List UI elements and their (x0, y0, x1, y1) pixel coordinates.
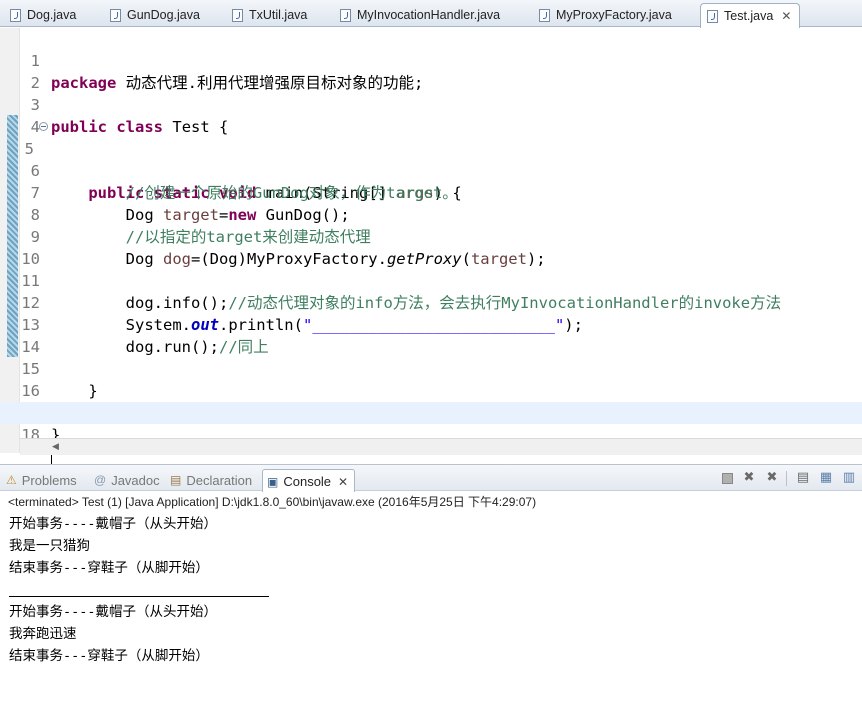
tab-console[interactable]: ▣ Console ✕ (262, 469, 356, 493)
java-file-icon (10, 8, 21, 22)
code-line: 2 (0, 50, 862, 92)
code-line: 15 } (0, 336, 862, 400)
code-editor[interactable]: 1 package 动态代理.利用代理增强原目标对象的功能; 2 3 publi… (0, 28, 862, 467)
editor-tab-bar: Dog.java GunDog.java TxUtil.java MyInvoc… (0, 0, 862, 28)
tab-problems[interactable]: ⚠ Problems (6, 469, 77, 491)
tab-label: Test.java (724, 9, 774, 23)
tab-label: Javadoc (111, 472, 160, 488)
code-line: 8 //以指定的target来创建动态代理 (0, 182, 862, 246)
code-line: 16 (0, 358, 862, 400)
tab-dog-java[interactable]: Dog.java (4, 3, 76, 27)
console-icon: ▣ (267, 474, 279, 489)
console-status: <terminated> Test (1) [Java Application]… (8, 495, 537, 509)
close-icon[interactable]: ✕ (338, 475, 348, 489)
code-line: 17 } (0, 380, 862, 444)
close-icon[interactable]: ✕ (781, 9, 791, 23)
scroll-lock-icon[interactable]: ▦ (818, 470, 834, 486)
java-file-icon (232, 8, 243, 22)
tab-myproxyfactory-java[interactable]: MyProxyFactory.java (533, 3, 672, 27)
problems-icon: ⚠ (6, 473, 17, 487)
code-line: 4 (0, 94, 862, 136)
tab-txutil-java[interactable]: TxUtil.java (226, 3, 307, 27)
remove-launch-icon[interactable]: ✖ (741, 470, 757, 486)
output-line: 开始事务----戴帽子（从头开始） (9, 604, 218, 620)
tab-label: Declaration (186, 472, 253, 488)
tab-label: Dog.java (27, 8, 77, 22)
output-line: 开始事务----戴帽子（从头开始） (9, 516, 218, 532)
tab-declaration[interactable]: ▤ Declaration (170, 469, 252, 491)
java-file-icon (110, 8, 121, 22)
clear-console-icon[interactable]: ▤ (795, 470, 811, 486)
remove-all-terminated-icon[interactable]: ✖ (764, 470, 780, 486)
code-line: 9 Dog dog=(Dog)MyProxyFactory.getProxy(t… (0, 204, 862, 268)
current-line[interactable]: 18 (0, 402, 862, 467)
code-line: 3 public class Test { (0, 72, 862, 136)
tab-gundog-java[interactable]: GunDog.java (104, 3, 200, 27)
code-line: 10 (0, 226, 862, 268)
tab-javadoc[interactable]: @ Javadoc (94, 469, 160, 491)
tab-test-java[interactable]: Test.java ✕ (700, 3, 800, 28)
tab-label: TxUtil.java (249, 8, 308, 22)
java-file-icon (539, 8, 550, 22)
tab-label: Problems (21, 472, 77, 488)
console-output[interactable]: <terminated> Test (1) [Java Application]… (0, 492, 862, 707)
tab-myinvocationhandler-java[interactable]: MyInvocationHandler.java (334, 3, 500, 27)
code-line: 11 dog.info();//动态代理对象的info方法，会去执行MyInvo… (0, 248, 862, 312)
output-separator-line (9, 596, 269, 597)
output-line: 结束事务---穿鞋子（从脚开始） (9, 648, 209, 664)
java-file-icon (340, 8, 351, 22)
fold-collapse-icon[interactable] (39, 122, 48, 131)
at-icon: @ (94, 473, 107, 487)
code-line: 12 System.out.println("_________________… (0, 270, 862, 334)
code-line: 1 package 动态代理.利用代理增强原目标对象的功能; (0, 28, 862, 92)
declaration-icon: ▤ (170, 473, 182, 487)
terminate-icon[interactable] (719, 470, 735, 486)
word-wrap-icon[interactable]: ▥ (841, 470, 857, 486)
code-line: 6 //创建一个原始的GunDog对象，作为target。 (0, 138, 862, 202)
code-line: 5 public static void main(String[] args)… (0, 116, 862, 202)
tab-label: MyProxyFactory.java (556, 8, 672, 22)
tab-label: MyInvocationHandler.java (357, 8, 501, 22)
code-line: 7 Dog target=new GunDog(); (0, 160, 862, 224)
code-line: 13 dog.run();//同上 (0, 292, 862, 356)
scroll-left-arrow-icon[interactable]: ◀ (52, 442, 59, 452)
output-line: 我是一只猎狗 (9, 538, 90, 554)
output-line: 我奔跑迅速 (9, 626, 77, 642)
tab-label: GunDog.java (127, 8, 200, 22)
output-line: 结束事务---穿鞋子（从脚开始） (9, 560, 209, 576)
horizontal-scrollbar[interactable]: ◀ (20, 438, 862, 455)
java-file-icon (707, 9, 718, 23)
tab-label: Console (283, 474, 332, 489)
code-line: 14 (0, 314, 862, 356)
toolbar-separator (786, 471, 787, 486)
panel-tab-bar: ⚠ Problems @ Javadoc ▤ Declaration ▣ Con… (0, 464, 862, 493)
